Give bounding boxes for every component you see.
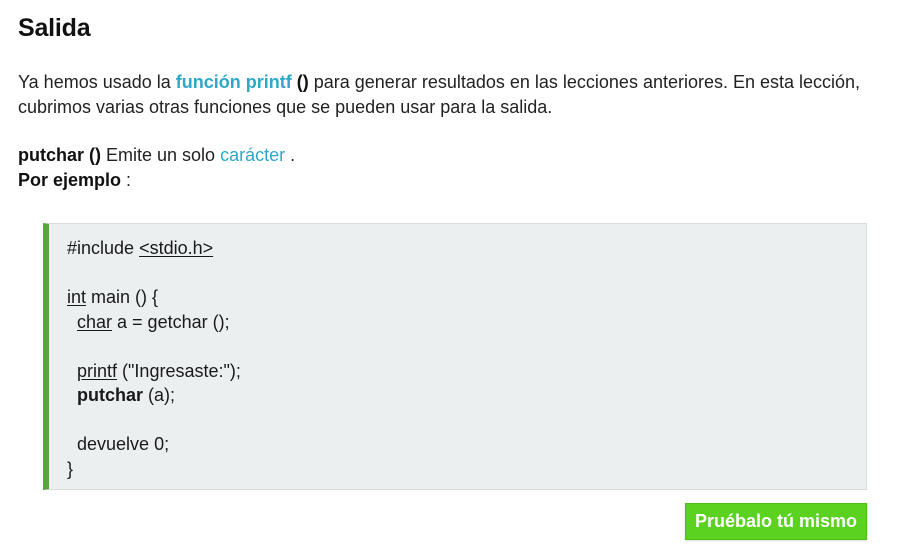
code-char-rest: a = getchar (); [112,311,230,332]
intro-paragraph: Ya hemos usado la función printf () para… [18,70,888,120]
try-it-yourself-button[interactable]: Pruébalo tú mismo [685,503,867,540]
character-link[interactable]: carácter [220,145,285,165]
putchar-term: putchar () [18,145,101,165]
code-close-brace: } [67,458,74,479]
code-return-statement: devuelve 0; [77,434,170,454]
example-label: Por ejemplo [18,170,122,190]
code-putchar-rest: (a); [143,385,176,405]
code-block: #include <stdio.h> int main () { char a … [67,236,241,481]
code-include-kw: #include [67,238,140,258]
putchar-end: . [285,145,296,165]
example-colon: : [121,170,132,190]
putchar-description: putchar () Emite un solo carácter . Por … [18,143,888,193]
code-char-keyword-link[interactable]: char [77,312,112,332]
putchar-text: Emite un solo [101,145,221,165]
code-main-signature: main () { [86,287,159,307]
code-printf-link[interactable]: printf [77,361,117,381]
code-example-box: #include <stdio.h> int main () { char a … [43,223,867,490]
code-include-header-link[interactable]: <stdio.h> [139,238,213,258]
page-title: Salida [18,14,91,42]
intro-text-before: Ya hemos usado la [18,72,176,92]
code-int-keyword-link[interactable]: int [67,287,86,307]
printf-function-link[interactable]: función printf [176,72,292,92]
code-printf-rest: ("Ingresaste:"); [117,360,241,381]
intro-parens: () [291,72,309,92]
code-putchar-keyword: putchar [77,385,144,405]
